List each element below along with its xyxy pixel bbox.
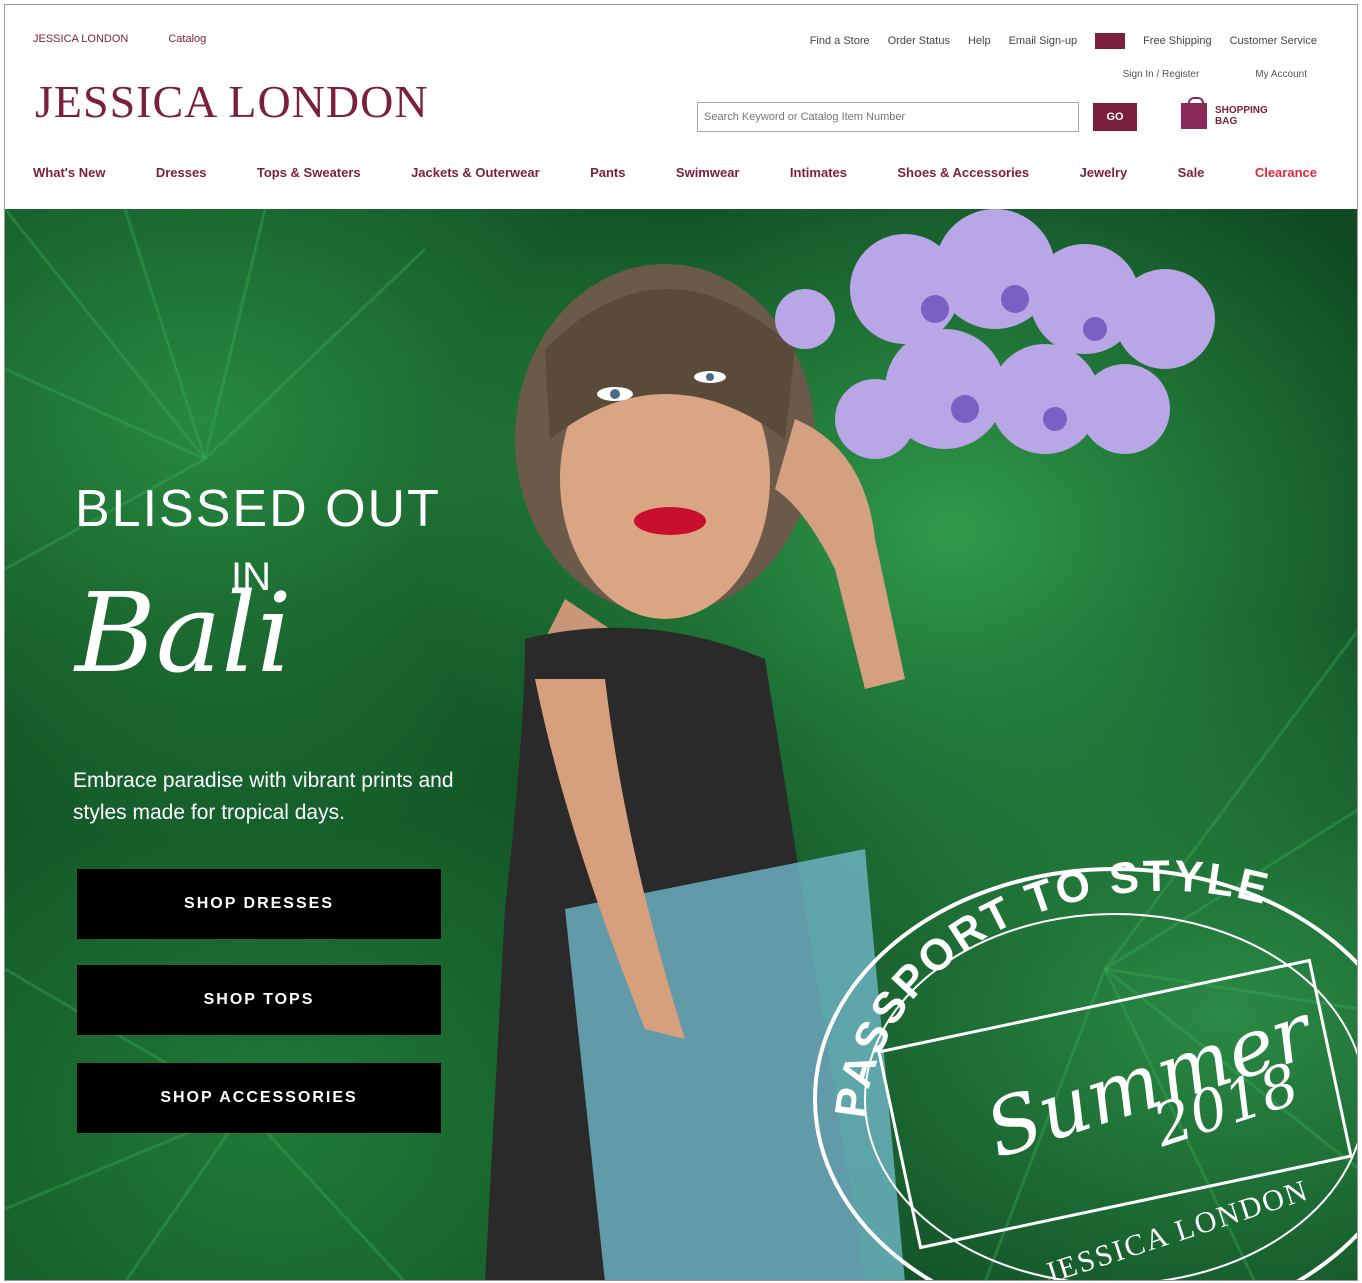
nav-item-tops[interactable]: Tops & Sweaters <box>257 165 361 180</box>
shopping-bag-icon[interactable] <box>1181 97 1207 129</box>
headline-script: Bali <box>75 569 292 697</box>
my-account-link[interactable]: My Account <box>1255 69 1307 80</box>
nav-item-pants[interactable]: Pants <box>590 165 625 180</box>
utility-link-email[interactable]: Email Sign-up <box>1009 35 1077 47</box>
hero-subcopy: Embrace paradise with vibrant prints and… <box>73 769 454 824</box>
nav-item-whats-new[interactable]: What's New <box>33 165 105 180</box>
nav-item-sale[interactable]: Sale <box>1178 165 1205 180</box>
utility-link-help[interactable]: Help <box>968 35 991 47</box>
search-button[interactable]: GO <box>1093 103 1137 131</box>
stamp-brand: JESSICA LONDON <box>1041 1174 1313 1281</box>
nav-item-intimates[interactable]: Intimates <box>790 165 847 180</box>
bag-label-line1: SHOPPING <box>1215 105 1268 116</box>
utility-bar: JESSICA LONDON Catalog Find a Store Orde… <box>33 33 1317 55</box>
search-bar: GO <box>697 102 1137 132</box>
passport-stamp: PASSPORT TO STYLE Summer 2018 JESSICA LO… <box>813 852 1357 1281</box>
sign-in-link[interactable]: Sign In / Register <box>1123 69 1200 80</box>
utility-link-brand[interactable]: JESSICA LONDON <box>33 33 128 45</box>
account-links: Sign In / Register My Account <box>1123 69 1307 80</box>
nav-item-jackets[interactable]: Jackets & Outerwear <box>411 165 540 180</box>
utility-link-customer-service[interactable]: Customer Service <box>1230 35 1317 47</box>
utility-link-store[interactable]: Find a Store <box>810 35 870 47</box>
nav-item-swimwear[interactable]: Swimwear <box>676 165 740 180</box>
page-frame: JESSICA LONDON Catalog Find a Store Orde… <box>4 4 1358 1281</box>
nav-item-dresses[interactable]: Dresses <box>156 165 207 180</box>
promo-badge-icon[interactable] <box>1095 33 1126 49</box>
nav-item-jewelry[interactable]: Jewelry <box>1080 165 1128 180</box>
hero-headline: BLISSED OUT IN Bali <box>75 479 441 697</box>
search-input[interactable] <box>697 102 1079 132</box>
shop-tops-button[interactable]: SHOP TOPS <box>77 965 441 1035</box>
shopping-bag-label: SHOPPING BAG <box>1215 105 1268 127</box>
utility-link-shipping[interactable]: Free Shipping <box>1143 35 1212 47</box>
headline-line1: BLISSED OUT <box>75 480 441 538</box>
bag-label-line2: BAG <box>1215 116 1238 127</box>
utility-link-order-status[interactable]: Order Status <box>888 35 950 47</box>
shop-accessories-button[interactable]: SHOP ACCESSORIES <box>77 1063 441 1133</box>
site-logo[interactable]: JESSICA LONDON <box>35 75 429 128</box>
nav-item-clearance[interactable]: Clearance <box>1255 165 1317 180</box>
nav-item-shoes[interactable]: Shoes & Accessories <box>897 165 1029 180</box>
shopping-bag[interactable]: SHOPPING BAG <box>1181 97 1268 129</box>
main-nav: What's New Dresses Tops & Sweaters Jacke… <box>33 165 1317 180</box>
hero-banner[interactable]: BLISSED OUT IN Bali Embrace paradise wit… <box>5 209 1357 1281</box>
utility-link-catalog[interactable]: Catalog <box>168 33 206 45</box>
shop-dresses-button[interactable]: SHOP DRESSES <box>77 869 441 939</box>
